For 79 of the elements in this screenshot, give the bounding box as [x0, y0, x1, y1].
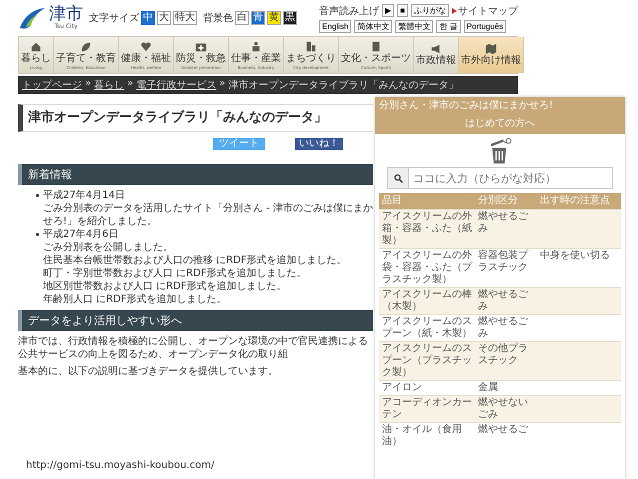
text-size-button[interactable]: 大 [157, 11, 171, 25]
news-text: 町丁・字別世帯数および人口 にRDF形式を追加しました。 [42, 267, 308, 280]
stop-button[interactable]: ■ [397, 4, 408, 17]
app-tagline: 分別さん・津市のごみは僕にまかせろ! [379, 98, 554, 112]
breadcrumb-link[interactable]: 暮らし [94, 78, 124, 92]
table-cell: 燃やせないごみ [478, 397, 528, 420]
table-cell: アイスクリームのスプーン（紙・木製） [382, 316, 472, 339]
table-cell: 燃やせるご [478, 424, 528, 435]
table-cell: 容器包装プラスチック [478, 250, 528, 273]
triangle-icon [452, 8, 457, 14]
book-icon [370, 40, 382, 52]
text-size-label: 文字サイズ [89, 12, 139, 25]
column-header: 品目 [379, 193, 475, 210]
table-cell: 中身を使い切る [540, 250, 610, 261]
breadcrumb-link[interactable]: トップページ [22, 78, 82, 92]
language-button[interactable]: 繁體中文 [395, 20, 434, 32]
speech-label: 音声読み上げ [319, 4, 380, 18]
table-cell: その他プラスチック [478, 343, 528, 366]
bullet-icon [36, 233, 39, 236]
language-button[interactable]: 한 글 [436, 20, 461, 32]
table-cell: アイスクリームの外袋・容器・ふた（プラスチック製） [382, 250, 472, 285]
play-button[interactable]: ▶ [382, 4, 394, 17]
breadcrumb-current: 津市オープンデータライブラリ「みんなのデータ」 [228, 78, 458, 92]
background-color-label: 背景色 [203, 12, 233, 25]
search-icon [394, 174, 402, 182]
body-text: 基本的に、以下の説明に基づきデータを提供しています。 [18, 365, 279, 378]
url-text: http://gomi-tsu.moyashi-koubou.com/ [26, 460, 216, 471]
body-text: 津市では、行政情報を積極的に公開し、オープンな環境の中で官民連携による公共サービスの向上を図るため、オープンデータ化の取り組 [18, 335, 369, 361]
heart-icon [140, 40, 152, 52]
background-color-button[interactable]: 白 [235, 11, 249, 25]
background-color-button[interactable]: 黄 [267, 11, 281, 25]
language-button[interactable]: Português [464, 20, 506, 32]
background-color-button[interactable]: 黒 [283, 11, 297, 25]
language-button[interactable]: 简体中文 [354, 20, 392, 32]
building-icon [305, 40, 317, 52]
table-cell: 燃やせるごみ [478, 211, 528, 234]
megaphone-icon [430, 43, 442, 55]
logo-icon [18, 6, 46, 30]
table-cell: 金属 [478, 382, 498, 393]
news-text: 住民基本台帳世帯数および人口の推移 にRDF形式を追加しました。 [42, 254, 348, 267]
table-cell: アイロン [382, 382, 422, 393]
section-heading: 新着情報 [18, 164, 373, 185]
text-size-button[interactable]: 中 [141, 11, 155, 25]
news-date: 平成27年4月14日 [43, 189, 125, 202]
column-header: 出す時の注意点 [537, 193, 621, 210]
table-cell: 燃やせるごみ [478, 289, 528, 312]
news-text: 地区別世帯数および人口 にRDF形式を追加しました。 [42, 280, 288, 293]
table-cell: アイスクリームの外箱・容器・ふた（紙製） [382, 211, 472, 246]
search-button[interactable] [387, 167, 408, 189]
table-cell: 油・オイル（食用油） [382, 424, 462, 447]
search-field[interactable]: ココに入力（ひらがな対応） [408, 167, 613, 189]
background-color-button[interactable]: 青 [251, 11, 265, 25]
person-icon [250, 40, 262, 52]
bullet-icon [36, 194, 39, 197]
nav-tab[interactable]: 市外向け情報 [459, 37, 524, 73]
sitemap-link[interactable]: サイトマップ [458, 4, 518, 18]
news-text: ごみ分別表のデータを活用したサイト「分別さん - 津市のごみは僕にまかせろ!」を紹介しました。 [42, 202, 373, 228]
text-size-button[interactable]: 特大 [173, 11, 197, 25]
language-button[interactable]: English [319, 20, 352, 32]
map-icon [485, 43, 497, 55]
column-header: 分別区分 [475, 193, 537, 210]
news-text: 年齢別人口 にRDF形式を追加しました。 [42, 293, 228, 306]
section-heading: データをより活用しやすい形へ [18, 310, 373, 331]
breadcrumb-separator: » [85, 78, 92, 91]
breadcrumb-separator: » [127, 78, 134, 91]
furigana-button[interactable]: ふりがな [411, 4, 449, 17]
table-cell: アコーディオンカーテン [382, 397, 472, 420]
house-icon [30, 40, 42, 52]
first-aid-icon [195, 40, 207, 52]
table-cell: アイスクリームのスプーン（プラスチック製） [382, 343, 472, 378]
table-cell: アイスクリームの棒（木製） [382, 289, 472, 312]
news-date: 平成27年4月6日 [43, 228, 118, 241]
breadcrumb-link[interactable]: 電子行政サービス [136, 78, 216, 92]
leaf-icon [80, 40, 92, 52]
logo-text: 津市 [49, 6, 83, 23]
table-cell: 燃やせるごみ [478, 316, 528, 339]
news-text: ごみ分別表を公開しました。 [42, 241, 174, 254]
breadcrumb-separator: » [219, 78, 226, 91]
like-button[interactable]: いいね！ [295, 138, 343, 150]
